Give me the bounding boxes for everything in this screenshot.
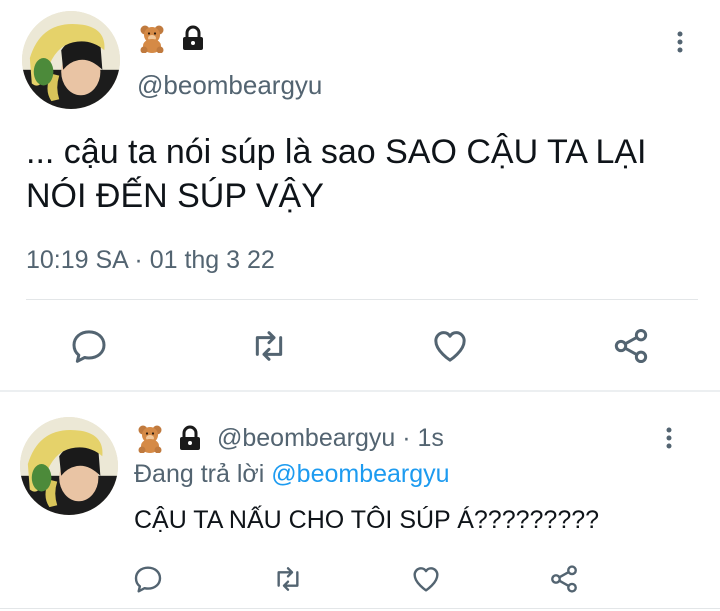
- more-options-icon[interactable]: [668, 30, 692, 54]
- reply-separator: ·: [395, 424, 418, 452]
- tweet-text: ... cậu ta nói súp là sao SAO CẬU TA LẠI…: [26, 133, 647, 215]
- reply-time[interactable]: 1s: [417, 424, 443, 452]
- reply-avatar[interactable]: [20, 417, 118, 515]
- avatar-image: [20, 417, 118, 515]
- reply-icon: [134, 566, 162, 593]
- share-icon: [551, 565, 577, 593]
- avatar[interactable]: [22, 11, 120, 109]
- lock-icon: [183, 25, 203, 50]
- teddy-bear-emoji: [138, 425, 162, 453]
- replying-to-mention[interactable]: @beombeargyu: [271, 460, 449, 488]
- retweet-button[interactable]: [272, 563, 304, 595]
- more-options-icon[interactable]: [657, 426, 681, 450]
- divider: [0, 608, 720, 609]
- divider: [26, 299, 698, 300]
- main-tweet: @beombeargyu ... cậu ta nói súp là sao S…: [0, 0, 720, 392]
- reply-text: CẬU TA NẤU CHO TÔI SÚP Á?????????: [134, 506, 600, 534]
- like-icon: [434, 331, 466, 362]
- lock-icon: [180, 425, 200, 450]
- share-icon: [614, 329, 648, 363]
- retweet-button[interactable]: [249, 326, 289, 366]
- share-button[interactable]: [611, 326, 651, 366]
- share-button[interactable]: [548, 563, 580, 595]
- retweet-icon: [255, 331, 283, 361]
- replying-to-prefix: Đang trả lời: [134, 460, 272, 488]
- replying-to: Đang trả lời @beombeargyu: [134, 460, 450, 489]
- reply-icon: [72, 330, 106, 363]
- reply-button[interactable]: [69, 326, 109, 366]
- avatar-image: [22, 11, 120, 109]
- reply-author-handle[interactable]: @beombeargyu: [217, 424, 395, 452]
- author-handle[interactable]: @beombeargyu: [137, 70, 322, 101]
- teddy-bear-emoji: [140, 25, 164, 53]
- reply-button[interactable]: [132, 563, 164, 595]
- like-button[interactable]: [430, 326, 470, 366]
- tweet-separator: [0, 390, 720, 392]
- retweet-icon: [277, 567, 299, 591]
- tweet-timestamp[interactable]: 10:19 SA · 01 thg 3 22: [26, 246, 275, 275]
- like-icon: [413, 567, 439, 592]
- like-button[interactable]: [410, 563, 442, 595]
- reply-header: @beombeargyu · 1s: [217, 424, 444, 453]
